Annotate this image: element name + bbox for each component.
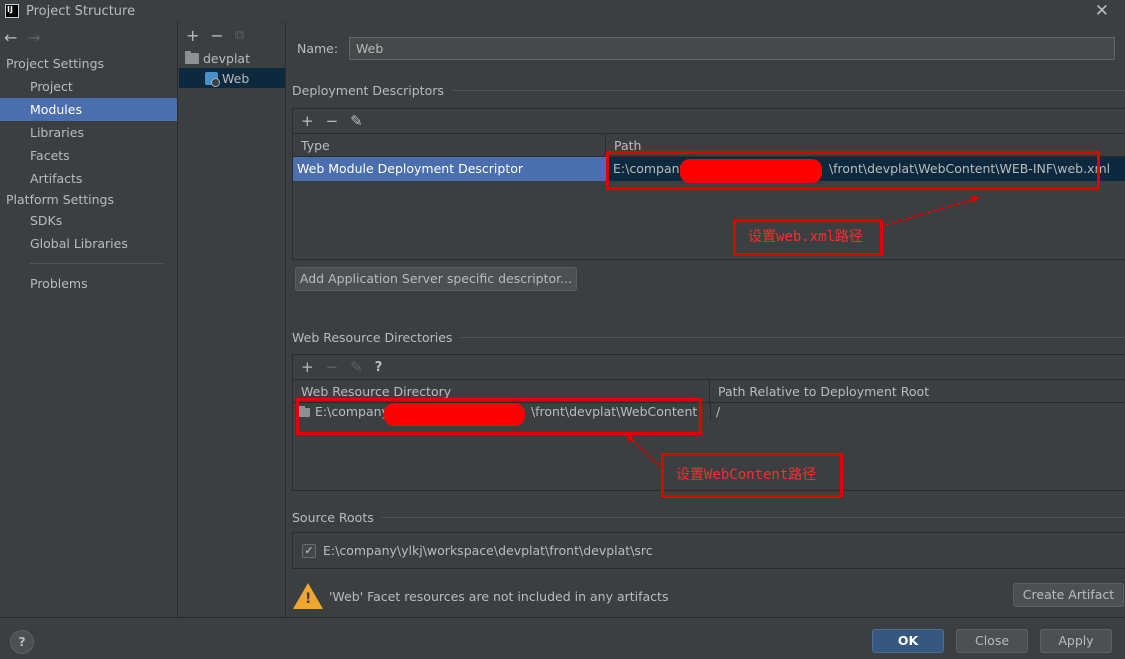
add-descriptor-button[interactable]: +	[301, 112, 314, 130]
column-header-relative-path[interactable]: Path Relative to Deployment Root	[710, 380, 1125, 402]
title-bar: IJ Project Structure ✕	[0, 0, 1125, 22]
source-root-checkbox[interactable]: ✓	[302, 543, 316, 558]
remove-resource-button[interactable]: −	[326, 358, 339, 376]
help-question-icon[interactable]: ?	[375, 360, 383, 375]
name-row: Name: Web	[297, 37, 1115, 60]
sidebar-item-sdks[interactable]: SDKs	[0, 209, 177, 232]
settings-sidebar: ← → Project Settings Project Modules Lib…	[0, 22, 178, 617]
help-button[interactable]: ?	[10, 630, 34, 654]
forward-arrow-icon[interactable]: →	[27, 28, 40, 47]
section-title: Web Resource Directories	[292, 330, 453, 345]
name-field[interactable]: Web	[349, 37, 1115, 60]
warning-icon: !	[293, 583, 323, 609]
create-artifact-button[interactable]: Create Artifact	[1013, 583, 1124, 607]
webcontent-annotation: 设置WebContent路径	[661, 453, 843, 498]
edit-pencil-icon[interactable]: ✎	[350, 112, 363, 130]
column-header-type[interactable]: Type	[293, 134, 606, 156]
intellij-logo-icon: IJ	[5, 4, 19, 18]
close-icon[interactable]: ✕	[1095, 1, 1109, 21]
sidebar-item-libraries[interactable]: Libraries	[0, 121, 177, 144]
name-label: Name:	[297, 41, 339, 56]
sidebar-item-project[interactable]: Project	[0, 75, 177, 98]
source-roots-panel: ✓ E:\company\ylkj\workspace\devplat\fron…	[292, 532, 1125, 569]
tree-node-devplat[interactable]: devplat	[179, 48, 285, 68]
project-settings-header: Project Settings	[6, 56, 105, 71]
close-button[interactable]: Close	[956, 629, 1028, 653]
web-xml-annotation: 设置web.xml路径	[733, 219, 883, 256]
add-module-button[interactable]: +	[186, 26, 199, 45]
source-roots-header: Source Roots	[292, 510, 1125, 525]
ok-button[interactable]: OK	[872, 629, 944, 653]
window-title: Project Structure	[26, 3, 136, 19]
web-facet-icon	[205, 71, 220, 87]
sidebar-item-global-libraries[interactable]: Global Libraries	[0, 232, 177, 255]
edit-pencil-icon[interactable]: ✎	[350, 358, 363, 376]
descriptor-type-cell[interactable]: Web Module Deployment Descriptor	[293, 157, 606, 181]
sidebar-divider	[30, 263, 163, 264]
relative-path-cell[interactable]: /	[710, 403, 1125, 421]
section-title: Deployment Descriptors	[292, 83, 444, 98]
apply-button[interactable]: Apply	[1040, 629, 1112, 653]
web-resource-directories-header: Web Resource Directories	[292, 330, 1125, 345]
tree-node-label: Web	[222, 70, 250, 86]
dialog-footer: ? OK Close Apply	[0, 617, 1125, 659]
sidebar-item-problems[interactable]: Problems	[0, 272, 177, 295]
section-title: Source Roots	[292, 510, 374, 525]
copy-module-button[interactable]: ⧉	[235, 28, 244, 43]
add-resource-button[interactable]: +	[301, 358, 314, 376]
add-server-descriptor-button[interactable]: Add Application Server specific descript…	[295, 267, 577, 291]
sidebar-item-modules[interactable]: Modules	[0, 98, 177, 121]
sidebar-item-facets[interactable]: Facets	[0, 144, 177, 167]
deployment-descriptors-header: Deployment Descriptors	[292, 83, 1125, 98]
warning-row: ! 'Web' Facet resources are not included…	[293, 583, 668, 609]
webcontent-highlight-box	[296, 398, 702, 435]
nav-arrows: ← →	[0, 22, 177, 52]
warning-text: 'Web' Facet resources are not included i…	[329, 588, 669, 604]
facet-settings-panel: Name: Web Deployment Descriptors + − ✎ T…	[287, 22, 1125, 617]
tree-node-label: devplat	[203, 50, 250, 66]
sidebar-item-artifacts[interactable]: Artifacts	[0, 167, 177, 190]
web-xml-highlight-box	[606, 151, 1100, 190]
remove-module-button[interactable]: −	[210, 26, 223, 45]
platform-settings-header: Platform Settings	[6, 192, 114, 207]
back-arrow-icon[interactable]: ←	[4, 28, 17, 47]
tree-node-web[interactable]: Web	[179, 68, 285, 88]
remove-descriptor-button[interactable]: −	[326, 112, 339, 130]
descriptors-toolbar: + − ✎	[293, 109, 1125, 133]
module-tree-pane: + − ⧉ devplat Web	[179, 22, 286, 617]
folder-icon	[185, 50, 199, 64]
resources-toolbar: + − ✎ ?	[293, 355, 1125, 379]
tree-toolbar: + − ⧉	[179, 22, 285, 48]
source-root-path: E:\company\ylkj\workspace\devplat\front\…	[323, 543, 653, 558]
